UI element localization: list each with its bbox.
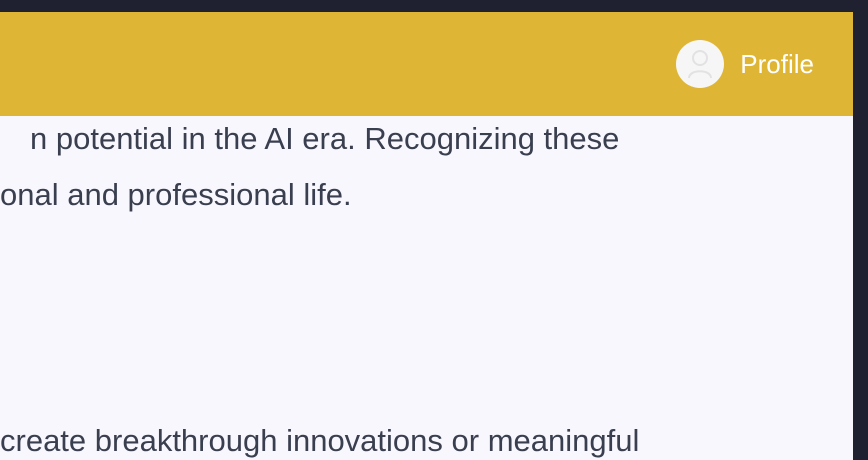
- content-line: create breakthrough innovations or meani…: [0, 423, 640, 458]
- profile-button[interactable]: Profile: [676, 40, 814, 88]
- content-line: onal and professional life.: [0, 177, 352, 212]
- user-avatar-icon[interactable]: [676, 40, 725, 88]
- profile-label[interactable]: Profile: [740, 40, 814, 88]
- window-top-bar: [0, 0, 868, 12]
- content-line: n potential in the AI era. Recognizing t…: [30, 121, 620, 156]
- app-header: Profile: [0, 12, 853, 116]
- window-right-edge: [853, 0, 868, 460]
- main-content: n potential in the AI era. Recognizing t…: [0, 116, 853, 460]
